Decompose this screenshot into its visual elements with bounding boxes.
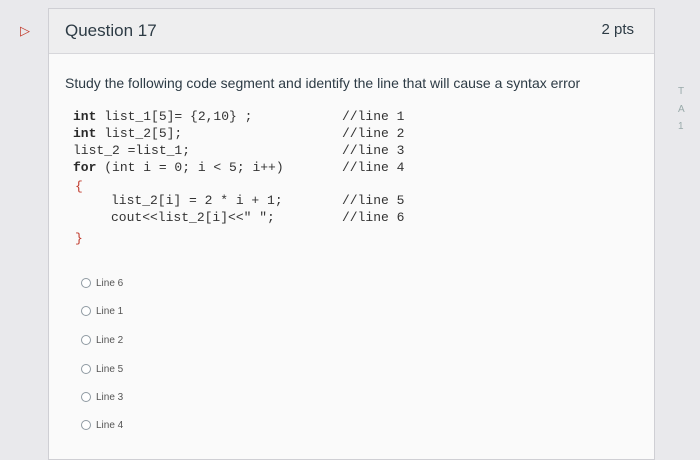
question-prompt: Study the following code segment and ide… xyxy=(65,75,581,91)
option-label: Line 1 xyxy=(96,305,124,317)
keyword-int: int xyxy=(73,126,97,141)
answer-option[interactable]: Line 1 xyxy=(81,303,123,319)
option-label: Line 2 xyxy=(96,334,124,346)
option-label: Line 4 xyxy=(96,419,124,431)
close-brace: } xyxy=(75,231,83,246)
side-text: 1 xyxy=(678,121,684,132)
option-label: Line 3 xyxy=(96,391,124,403)
comment-line-6: //line 6 xyxy=(342,210,405,225)
side-text: A xyxy=(678,104,685,115)
radio-button[interactable] xyxy=(81,278,91,288)
keyword-int: int xyxy=(73,109,97,124)
radio-button[interactable] xyxy=(81,364,91,374)
answer-option[interactable]: Line 3 xyxy=(81,389,123,405)
bookmark-icon[interactable]: ▷ xyxy=(20,24,38,38)
keyword-for: for xyxy=(73,160,97,175)
option-label: Line 6 xyxy=(96,277,124,289)
comment-line-4: //line 4 xyxy=(342,160,405,175)
answer-option[interactable]: Line 5 xyxy=(81,361,123,377)
option-label: Line 5 xyxy=(96,363,124,375)
radio-button[interactable] xyxy=(81,306,91,316)
comment-line-2: //line 2 xyxy=(342,126,405,141)
radio-button[interactable] xyxy=(81,335,91,345)
code-line-4: for (int i = 0; i < 5; i++) xyxy=(73,160,284,175)
code-line-6: cout<<list_2[i]<<" "; xyxy=(111,210,275,225)
comment-line-5: //line 5 xyxy=(342,193,405,208)
answer-option[interactable]: Line 4 xyxy=(81,417,123,433)
question-card: Question 17 2 pts Study the following co… xyxy=(48,8,655,460)
question-title: Question 17 xyxy=(65,21,157,40)
comment-line-3: //line 3 xyxy=(342,143,405,158)
radio-button[interactable] xyxy=(81,420,91,430)
answer-option[interactable]: Line 2 xyxy=(81,332,123,348)
code-line-1: int list_1[5]= {2,10} ; xyxy=(73,109,253,124)
side-text: T xyxy=(678,86,685,97)
answer-option[interactable]: Line 6 xyxy=(81,275,123,291)
comment-line-1: //line 1 xyxy=(342,109,405,124)
question-header: Question 17 2 pts xyxy=(49,9,654,54)
open-brace: { xyxy=(75,179,83,194)
radio-button[interactable] xyxy=(81,392,91,402)
code-line-2: int list_2[5]; xyxy=(73,126,183,141)
question-points: 2 pts xyxy=(601,21,634,38)
code-line-3: list_2 =list_1; xyxy=(73,143,191,158)
code-line-5: list_2[i] = 2 * i + 1; xyxy=(111,193,283,208)
